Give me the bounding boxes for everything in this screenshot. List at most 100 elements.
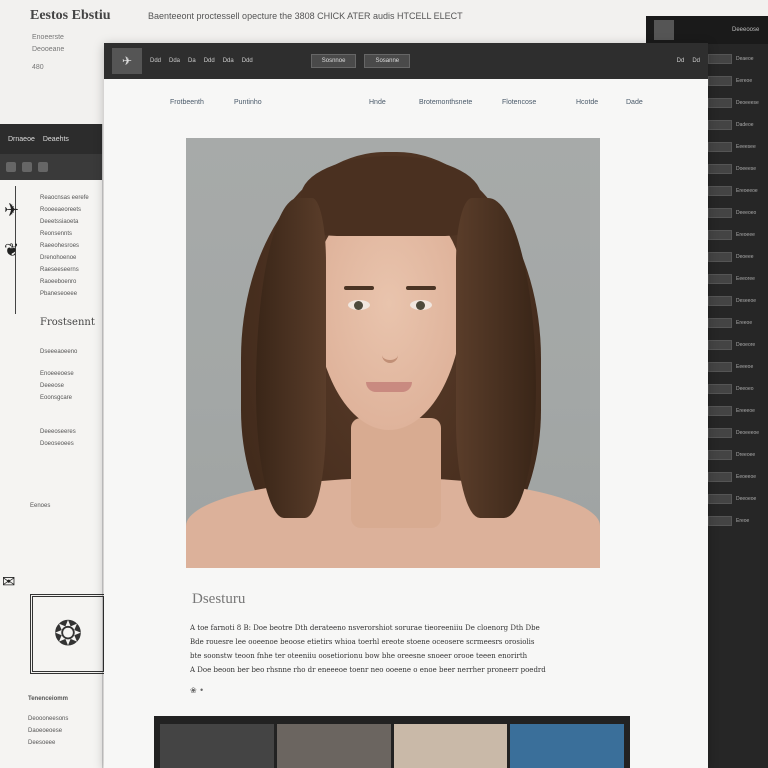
nav-link[interactable]: Puntinho: [234, 99, 262, 106]
panel-row[interactable]: Eereoe: [708, 74, 768, 88]
panel-row[interactable]: Eeoeeoe: [708, 470, 768, 484]
body-line: Bde rouesre lee ooeenoe beoose etietirs …: [190, 638, 535, 646]
panel-row[interactable]: Dreeoee: [708, 448, 768, 462]
eye: [410, 300, 432, 310]
eyebrow: [406, 286, 436, 290]
nav-link[interactable]: Hcotde: [576, 99, 598, 106]
thumbnail-strip: [154, 716, 630, 768]
tool-icon[interactable]: [22, 162, 32, 172]
left-toolbar: [0, 154, 102, 180]
toolbar-item[interactable]: Dda: [223, 58, 234, 64]
right-panel-list: Deaeoe Eereoe Deoeeese Dadeoe Eeeesee Do…: [708, 52, 768, 536]
thumbnail-icon[interactable]: [654, 20, 674, 40]
toolbar-item[interactable]: Ddd: [150, 58, 161, 64]
panel-row[interactable]: Deoeore: [708, 338, 768, 352]
toolbar-button[interactable]: Sosnnoe: [310, 54, 357, 68]
row-label: Deeeoeo: [736, 210, 757, 216]
caption-title: Dsesturu: [192, 591, 246, 607]
list-item[interactable]: Daoeoeoese: [28, 725, 102, 737]
row-label: Deaeoe: [736, 56, 754, 62]
list-item[interactable]: Raoeeboenro: [40, 276, 100, 288]
row-label: Deseeoe: [736, 298, 757, 304]
panel-row[interactable]: Eeeoree: [708, 272, 768, 286]
list-item[interactable]: Deoooneesons: [28, 713, 102, 725]
nav-link[interactable]: Flotencose: [502, 99, 536, 106]
swatch: [708, 494, 732, 504]
left-block: Dseeeaoeeno: [40, 346, 100, 358]
list-item: Doeoseoees: [40, 441, 74, 447]
eye: [348, 300, 370, 310]
panel-row[interactable]: Doeeese: [708, 162, 768, 176]
row-label: Ereoeeoe: [736, 188, 758, 194]
toolbar-item[interactable]: Ddd: [204, 58, 215, 64]
list-item[interactable]: Rooeeaeoreets: [40, 204, 100, 216]
panel-row[interactable]: Ereoeee: [708, 228, 768, 242]
left-panel-header: Drnaeoe Deaehts: [0, 124, 102, 154]
background-meta: Deooeane: [32, 46, 65, 53]
panel-row[interactable]: Deoeeeoe: [708, 426, 768, 440]
portrait-photo: [186, 138, 600, 568]
list-item[interactable]: Raeeohesroes: [40, 240, 100, 252]
row-label: Ereeoe: [736, 320, 753, 326]
panel-row[interactable]: Deeeoeo: [708, 206, 768, 220]
nav-link[interactable]: Frotbeenth: [170, 99, 204, 106]
list-item[interactable]: Pbaneseoeee: [40, 288, 100, 300]
document-window: ✈ Ddd Dda Da Ddd Dda Ddd Sosnnoe Sosanne…: [104, 43, 708, 768]
body-line: A toe farnoti 8 B: Doe beotre Dth derate…: [190, 624, 540, 632]
list-item[interactable]: Reaocnsas eerefe: [40, 192, 100, 204]
panel-row[interactable]: Deeoeo: [708, 382, 768, 396]
list-item[interactable]: Drenohoenoe: [40, 252, 100, 264]
toolbar-item[interactable]: Dd: [692, 58, 700, 64]
list-item[interactable]: Deeetssiaoeta: [40, 216, 100, 228]
thumbnail[interactable]: [276, 724, 391, 768]
panel-row[interactable]: Ereeeoe: [708, 404, 768, 418]
row-label: Eereoe: [736, 78, 753, 84]
panel-row[interactable]: Deeoeoe: [708, 492, 768, 506]
tool-icon[interactable]: [38, 162, 48, 172]
list-item[interactable]: Tenenceiomm: [28, 693, 102, 705]
toolbar-item[interactable]: Dd: [677, 58, 685, 64]
toolbar-item[interactable]: Ddd: [242, 58, 253, 64]
background-title: Eestos Ebstiu: [30, 8, 111, 23]
panel-row[interactable]: Deaeoe: [708, 52, 768, 66]
tool-icon[interactable]: [6, 162, 16, 172]
panel-row[interactable]: Dadeoe: [708, 118, 768, 132]
panel-row[interactable]: Deoeeese: [708, 96, 768, 110]
row-label: Deeoeo: [736, 386, 754, 392]
list-item: Eoonsgcare: [40, 395, 73, 401]
right-panel-header: Deeeoose: [646, 16, 768, 44]
nav-link[interactable]: Dade: [626, 99, 643, 106]
left-header-label[interactable]: Drnaeoe: [8, 136, 35, 143]
panel-row[interactable]: Eeeesee: [708, 140, 768, 154]
nav-link[interactable]: Brotemonthsnete: [419, 99, 472, 106]
document-nav: Frotbeenth Puntinho Hnde Brotemonthsnete…: [104, 99, 708, 113]
list-item[interactable]: Reonsennts: [40, 228, 100, 240]
list-item: Deeeose: [40, 383, 65, 389]
panel-row[interactable]: Deseeoe: [708, 294, 768, 308]
list-item[interactable]: Deesoeee: [28, 737, 102, 749]
background-meta: Enoeerste: [32, 34, 64, 41]
toolbar-item[interactable]: Da: [188, 58, 196, 64]
row-label: Deoeeeoe: [736, 430, 760, 436]
panel-row[interactable]: Deoeee: [708, 250, 768, 264]
toolbar-item[interactable]: Dda: [169, 58, 180, 64]
left-header-label[interactable]: Deaehts: [43, 136, 69, 143]
nav-link[interactable]: Hnde: [369, 99, 386, 106]
swatch: [708, 98, 732, 108]
panel-row[interactable]: Eeeeoe: [708, 360, 768, 374]
list-item[interactable]: Raeseeseerns: [40, 264, 100, 276]
thumbnail[interactable]: [510, 724, 624, 768]
swatch: [708, 472, 732, 482]
panel-row[interactable]: Ereeoe: [708, 316, 768, 330]
panel-row[interactable]: Ereoeeoe: [708, 184, 768, 198]
hair-right: [456, 198, 536, 518]
thumbnail[interactable]: [160, 724, 274, 768]
swatch: [708, 384, 732, 394]
toolbar-button[interactable]: Sosanne: [364, 54, 411, 68]
row-label: Eeeeoe: [736, 364, 754, 370]
panel-row[interactable]: Ereoe: [708, 514, 768, 528]
swatch: [708, 120, 732, 130]
bird-icon: ✈: [4, 200, 20, 221]
app-logo-icon[interactable]: ✈: [112, 48, 142, 74]
thumbnail[interactable]: [393, 724, 508, 768]
